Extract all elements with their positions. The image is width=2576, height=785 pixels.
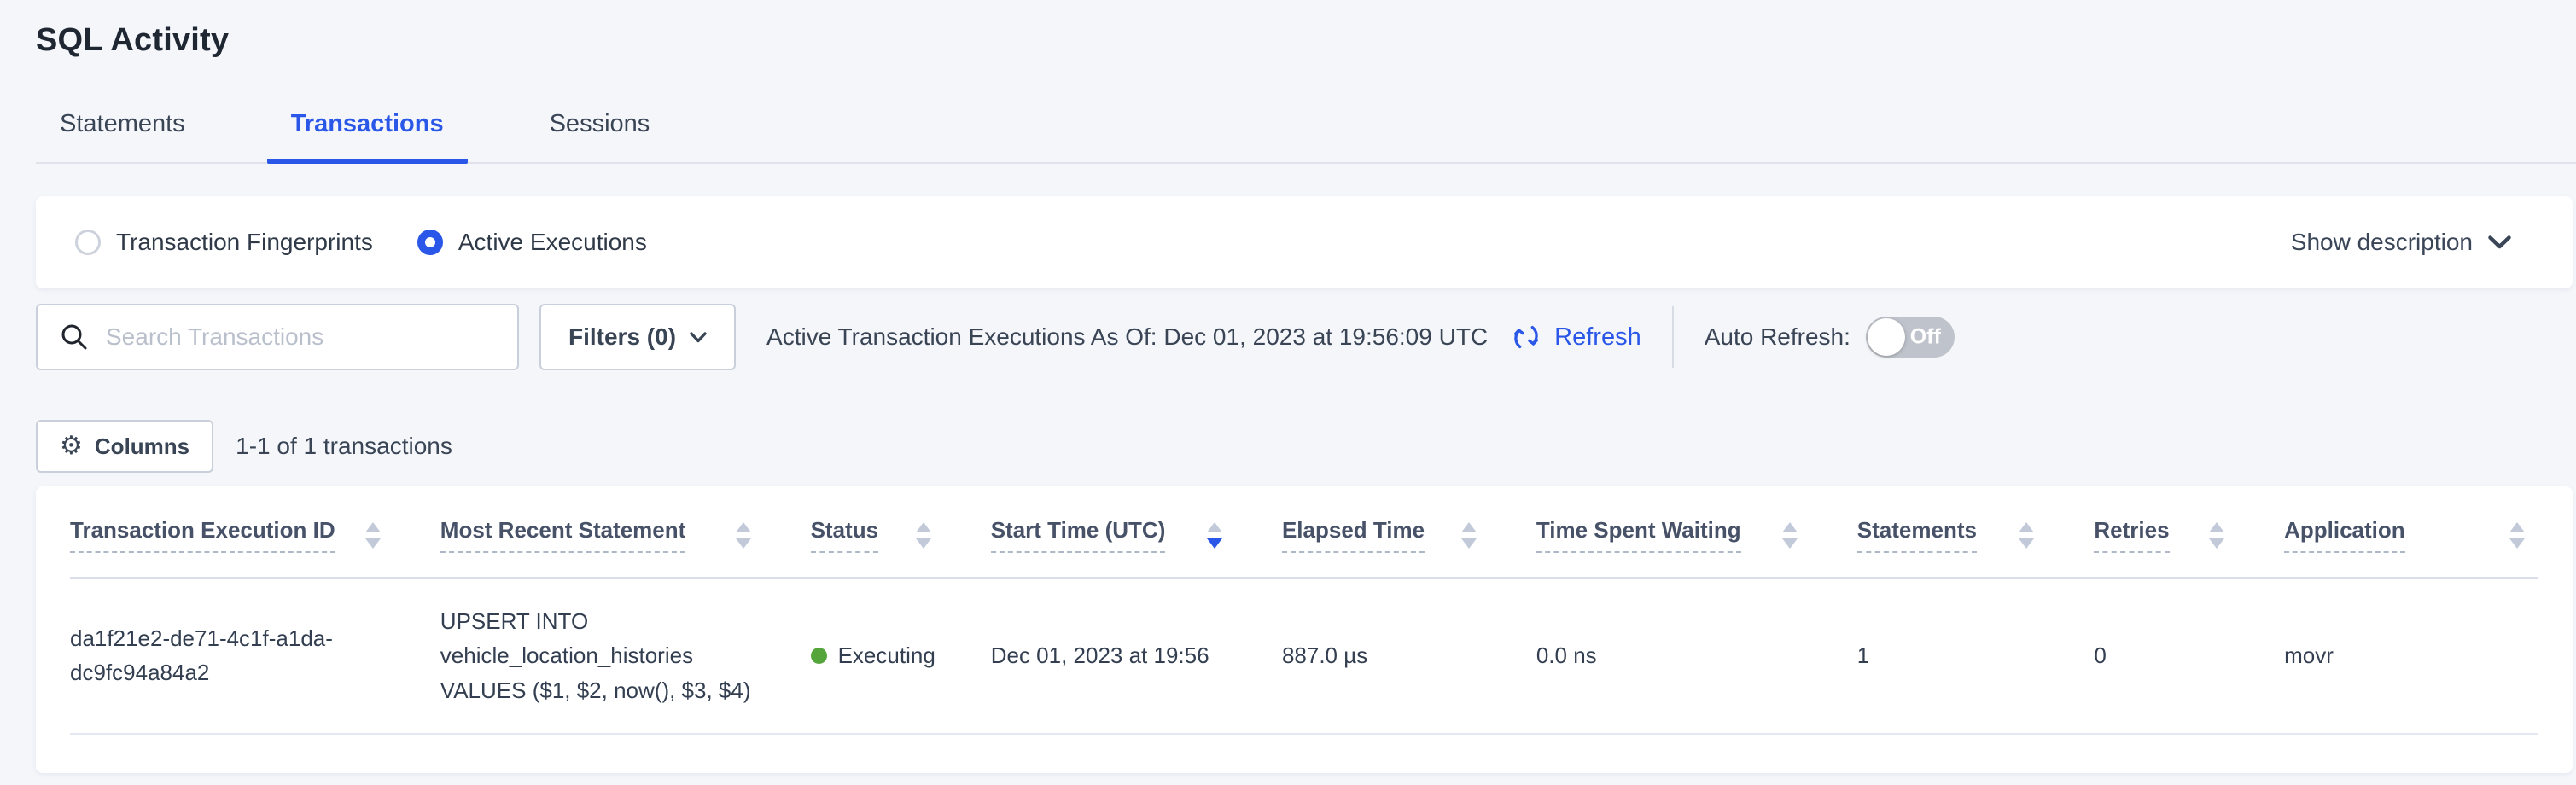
transactions-table: Transaction Execution ID Most Recent Sta… bbox=[70, 486, 2538, 735]
toggle-state-label: Off bbox=[1910, 325, 1941, 350]
show-description-label: Show description bbox=[2291, 229, 2473, 256]
toolbar-divider bbox=[1672, 306, 1674, 368]
tab-sessions[interactable]: Sessions bbox=[526, 110, 674, 164]
column-label: Application bbox=[2284, 517, 2405, 553]
column-header-time-spent-waiting[interactable]: Time Spent Waiting bbox=[1536, 486, 1857, 578]
sort-arrows-icon[interactable] bbox=[736, 522, 751, 549]
sort-arrows-icon[interactable] bbox=[2509, 522, 2525, 549]
tab-label: Sessions bbox=[550, 110, 650, 137]
toggle-knob bbox=[1868, 318, 1905, 356]
column-label: Start Time (UTC) bbox=[991, 517, 1166, 553]
refresh-button[interactable]: Refresh bbox=[1510, 321, 1641, 353]
column-label: Status bbox=[811, 517, 878, 553]
radio-circle-icon[interactable] bbox=[417, 230, 443, 255]
table-header-row: Transaction Execution ID Most Recent Sta… bbox=[70, 486, 2538, 578]
column-header-retries[interactable]: Retries bbox=[2094, 486, 2284, 578]
column-header-most-recent-statement[interactable]: Most Recent Statement bbox=[440, 486, 811, 578]
column-label: Most Recent Statement bbox=[440, 517, 686, 553]
page-title: SQL Activity bbox=[0, 0, 2576, 59]
cell-statements: 1 bbox=[1857, 578, 2095, 734]
status-dot-icon bbox=[811, 648, 827, 664]
search-input[interactable] bbox=[106, 323, 500, 351]
columns-button-label: Columns bbox=[95, 433, 189, 460]
table-row: da1f21e2-de71-4c1f-a1da-dc9fc94a84a2 UPS… bbox=[70, 578, 2538, 734]
show-description-toggle[interactable]: Show description bbox=[2291, 229, 2511, 256]
result-count: 1-1 of 1 transactions bbox=[236, 433, 452, 460]
chevron-down-icon bbox=[690, 332, 707, 343]
sort-arrows-icon[interactable] bbox=[1782, 522, 1798, 549]
refresh-label: Refresh bbox=[1554, 323, 1641, 352]
search-icon bbox=[60, 323, 89, 352]
tab-label: Transactions bbox=[291, 110, 444, 137]
transactions-table-card: Transaction Execution ID Most Recent Sta… bbox=[36, 486, 2573, 773]
as-of-timestamp: Active Transaction Executions As Of: Dec… bbox=[766, 323, 1488, 351]
radio-circle-icon[interactable] bbox=[75, 230, 101, 255]
status-label: Executing bbox=[838, 638, 935, 672]
radio-label: Active Executions bbox=[458, 229, 647, 256]
tab-transactions[interactable]: Transactions bbox=[267, 110, 468, 164]
sort-arrows-icon[interactable] bbox=[1207, 522, 1222, 549]
sort-arrows-icon[interactable] bbox=[2209, 522, 2224, 549]
column-header-status[interactable]: Status bbox=[811, 486, 991, 578]
column-header-start-time[interactable]: Start Time (UTC) bbox=[991, 486, 1282, 578]
columns-button[interactable]: ⚙ Columns bbox=[36, 420, 213, 473]
cell-application: movr bbox=[2284, 578, 2538, 734]
tab-bar: Statements Transactions Sessions bbox=[36, 110, 2576, 164]
auto-refresh-label: Auto Refresh: bbox=[1705, 323, 1850, 351]
cell-status: Executing bbox=[811, 578, 991, 734]
column-label: Elapsed Time bbox=[1282, 517, 1425, 553]
column-header-statements[interactable]: Statements bbox=[1857, 486, 2095, 578]
toolbar: Filters (0) Active Transaction Execution… bbox=[36, 304, 2573, 370]
column-header-application[interactable]: Application bbox=[2284, 486, 2538, 578]
sort-arrows-icon[interactable] bbox=[365, 522, 381, 549]
tab-statements[interactable]: Statements bbox=[36, 110, 209, 164]
cell-start-time: Dec 01, 2023 at 19:56 bbox=[991, 578, 1282, 734]
refresh-icon bbox=[1510, 321, 1542, 353]
gear-icon: ⚙ bbox=[60, 433, 83, 459]
column-label: Retries bbox=[2094, 517, 2169, 553]
sort-arrows-icon[interactable] bbox=[2019, 522, 2034, 549]
cell-most-recent-statement[interactable]: UPSERT INTO vehicle_location_histories V… bbox=[440, 578, 811, 734]
view-mode-card: Transaction Fingerprints Active Executio… bbox=[36, 196, 2573, 288]
auto-refresh-toggle[interactable]: Off bbox=[1866, 317, 1955, 358]
tab-label: Statements bbox=[60, 110, 185, 137]
view-mode-radio-group: Transaction Fingerprints Active Executio… bbox=[75, 229, 647, 256]
column-header-elapsed-time[interactable]: Elapsed Time bbox=[1282, 486, 1536, 578]
radio-label: Transaction Fingerprints bbox=[116, 229, 373, 256]
cell-time-spent-waiting: 0.0 ns bbox=[1536, 578, 1857, 734]
cell-retries: 0 bbox=[2094, 578, 2284, 734]
column-header-transaction-execution-id[interactable]: Transaction Execution ID bbox=[70, 486, 440, 578]
radio-transaction-fingerprints[interactable]: Transaction Fingerprints bbox=[75, 229, 373, 256]
sort-arrows-icon[interactable] bbox=[916, 522, 931, 549]
sort-arrows-icon[interactable] bbox=[1461, 522, 1477, 549]
search-box[interactable] bbox=[36, 304, 519, 370]
table-controls-row: ⚙ Columns 1-1 of 1 transactions bbox=[36, 420, 2573, 473]
filters-button[interactable]: Filters (0) bbox=[539, 304, 736, 370]
cell-elapsed-time: 887.0 µs bbox=[1282, 578, 1536, 734]
radio-active-executions[interactable]: Active Executions bbox=[417, 229, 647, 256]
column-label: Statements bbox=[1857, 517, 1977, 553]
column-label: Transaction Execution ID bbox=[70, 517, 335, 553]
filters-button-label: Filters (0) bbox=[568, 323, 676, 351]
chevron-down-icon bbox=[2488, 236, 2511, 250]
cell-transaction-execution-id[interactable]: da1f21e2-de71-4c1f-a1da-dc9fc94a84a2 bbox=[70, 578, 440, 734]
sql-activity-page: SQL Activity Statements Transactions Ses… bbox=[0, 0, 2576, 785]
column-label: Time Spent Waiting bbox=[1536, 517, 1741, 553]
